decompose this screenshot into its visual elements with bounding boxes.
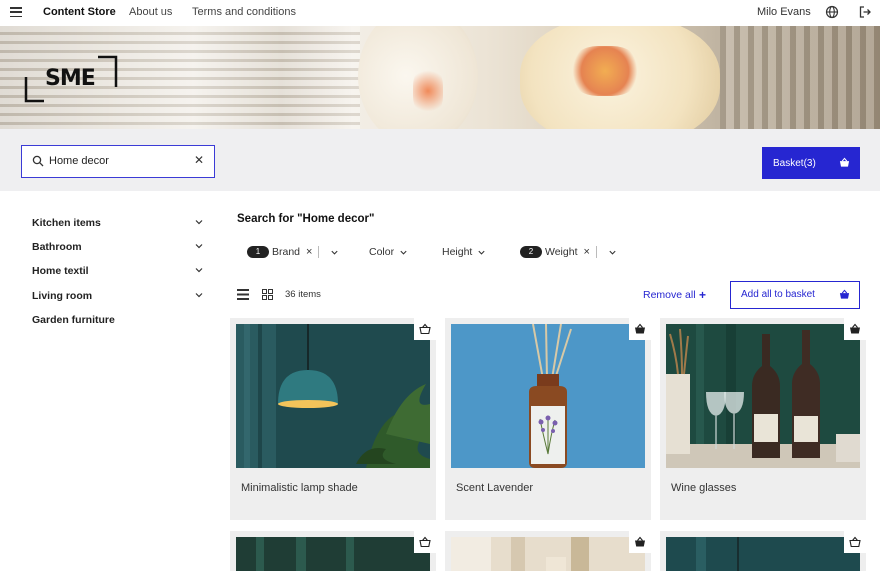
- add-to-basket-toggle[interactable]: [844, 531, 866, 553]
- brand-name[interactable]: Content Store: [43, 6, 116, 18]
- hero-lantern: [358, 26, 478, 129]
- chevron-down-icon: [400, 250, 407, 255]
- plus-icon[interactable]: +: [699, 288, 706, 302]
- clear-search-icon[interactable]: ✕: [194, 153, 204, 167]
- grid-view-icon[interactable]: [262, 289, 273, 300]
- filter-count-badge: 1: [247, 246, 269, 258]
- filter-label: Weight: [545, 246, 578, 258]
- add-to-basket-toggle[interactable]: [414, 531, 436, 553]
- chevron-down-icon: [195, 293, 203, 298]
- sidebar-item-kitchen[interactable]: Kitchen items: [32, 217, 204, 233]
- product-card[interactable]: [445, 531, 651, 571]
- product-image-diffuser[interactable]: [451, 324, 645, 468]
- hero-lantern: [520, 26, 720, 129]
- chevron-down-icon: [195, 220, 203, 225]
- basket-icon: [839, 289, 850, 299]
- add-to-basket-toggle[interactable]: [629, 531, 651, 553]
- search-input[interactable]: [49, 152, 189, 170]
- sidebar-item-living-room[interactable]: Living room: [32, 290, 204, 306]
- product-image-wine-glasses[interactable]: [666, 324, 860, 468]
- sidebar-item-bathroom[interactable]: Bathroom: [32, 241, 204, 257]
- list-view-icon[interactable]: [237, 289, 249, 300]
- hero-curtain: [720, 26, 880, 129]
- chevron-down-icon: [478, 250, 485, 255]
- product-name: Minimalistic lamp shade: [241, 482, 358, 494]
- logo[interactable]: SME: [45, 66, 96, 91]
- add-to-basket-toggle[interactable]: [844, 318, 866, 340]
- add-to-basket-toggle[interactable]: [414, 318, 436, 340]
- sidebar-item-label: Garden furniture: [32, 314, 115, 326]
- product-card[interactable]: Minimalistic lamp shade: [230, 318, 436, 520]
- nav-link-terms[interactable]: Terms and conditions: [192, 6, 296, 18]
- hero-banner: [0, 26, 880, 129]
- chevron-down-icon: [195, 244, 203, 249]
- search-icon: [32, 155, 44, 167]
- basket-outline-icon: [419, 536, 431, 548]
- product-card[interactable]: Scent Lavender: [445, 318, 651, 520]
- filter-color[interactable]: Color: [369, 245, 408, 259]
- basket-label: Basket(3): [773, 157, 816, 169]
- filter-weight[interactable]: 2 Weight ×: [520, 245, 617, 259]
- chevron-down-icon[interactable]: [330, 248, 339, 257]
- product-image[interactable]: [236, 537, 430, 571]
- chevron-down-icon: [195, 268, 203, 273]
- add-to-basket-toggle[interactable]: [629, 318, 651, 340]
- basket-icon: [635, 323, 645, 334]
- chevron-down-icon[interactable]: [608, 248, 617, 257]
- globe-icon[interactable]: [825, 5, 839, 19]
- top-nav: Content Store About us Terms and conditi…: [0, 0, 880, 26]
- basket-icon: [850, 323, 860, 334]
- remove-filter-icon[interactable]: ×: [584, 246, 590, 258]
- product-name: Scent Lavender: [456, 482, 534, 494]
- product-card[interactable]: [230, 531, 436, 571]
- user-name[interactable]: Milo Evans: [757, 6, 811, 18]
- filter-brand[interactable]: 1 Brand ×: [247, 245, 339, 259]
- basket-icon: [839, 157, 850, 167]
- product-image-lamp[interactable]: [236, 324, 430, 468]
- product-card[interactable]: Wine glasses: [660, 318, 866, 520]
- filter-label: Brand: [272, 246, 301, 258]
- nav-link-about[interactable]: About us: [129, 6, 172, 18]
- sidebar-item-label: Bathroom: [32, 241, 82, 253]
- divider: [595, 246, 597, 258]
- add-all-to-basket-button[interactable]: Add all to basket: [730, 281, 860, 309]
- filter-count-badge: 2: [520, 246, 542, 258]
- product-name: Wine glasses: [671, 482, 737, 494]
- divider: [318, 246, 320, 258]
- basket-outline-icon: [849, 536, 861, 548]
- basket-icon: [635, 536, 645, 547]
- filter-height[interactable]: Height: [442, 245, 486, 259]
- product-image[interactable]: [666, 537, 860, 571]
- product-image[interactable]: [451, 537, 645, 571]
- remove-filter-icon[interactable]: ×: [306, 246, 312, 258]
- remove-all-link[interactable]: Remove all: [643, 289, 696, 301]
- sidebar-item-label: Home textil: [32, 265, 89, 277]
- sidebar-item-label: Kitchen items: [32, 217, 101, 229]
- add-all-label: Add all to basket: [741, 289, 815, 300]
- sidebar-item-label: Living room: [32, 290, 93, 302]
- search-box[interactable]: ✕: [21, 145, 215, 178]
- basket-button[interactable]: Basket(3): [762, 147, 860, 179]
- filter-label: Height: [442, 246, 473, 258]
- results-title: Search for "Home decor": [237, 213, 375, 225]
- menu-icon[interactable]: [10, 7, 22, 17]
- logout-icon[interactable]: [858, 5, 872, 19]
- sidebar-item-garden-furniture[interactable]: Garden furniture: [32, 314, 204, 330]
- items-count: 36 items: [285, 289, 321, 300]
- basket-outline-icon: [419, 323, 431, 335]
- product-card[interactable]: [660, 531, 866, 571]
- filter-label: Color: [369, 246, 395, 258]
- sidebar-item-home-textil[interactable]: Home textil: [32, 265, 204, 281]
